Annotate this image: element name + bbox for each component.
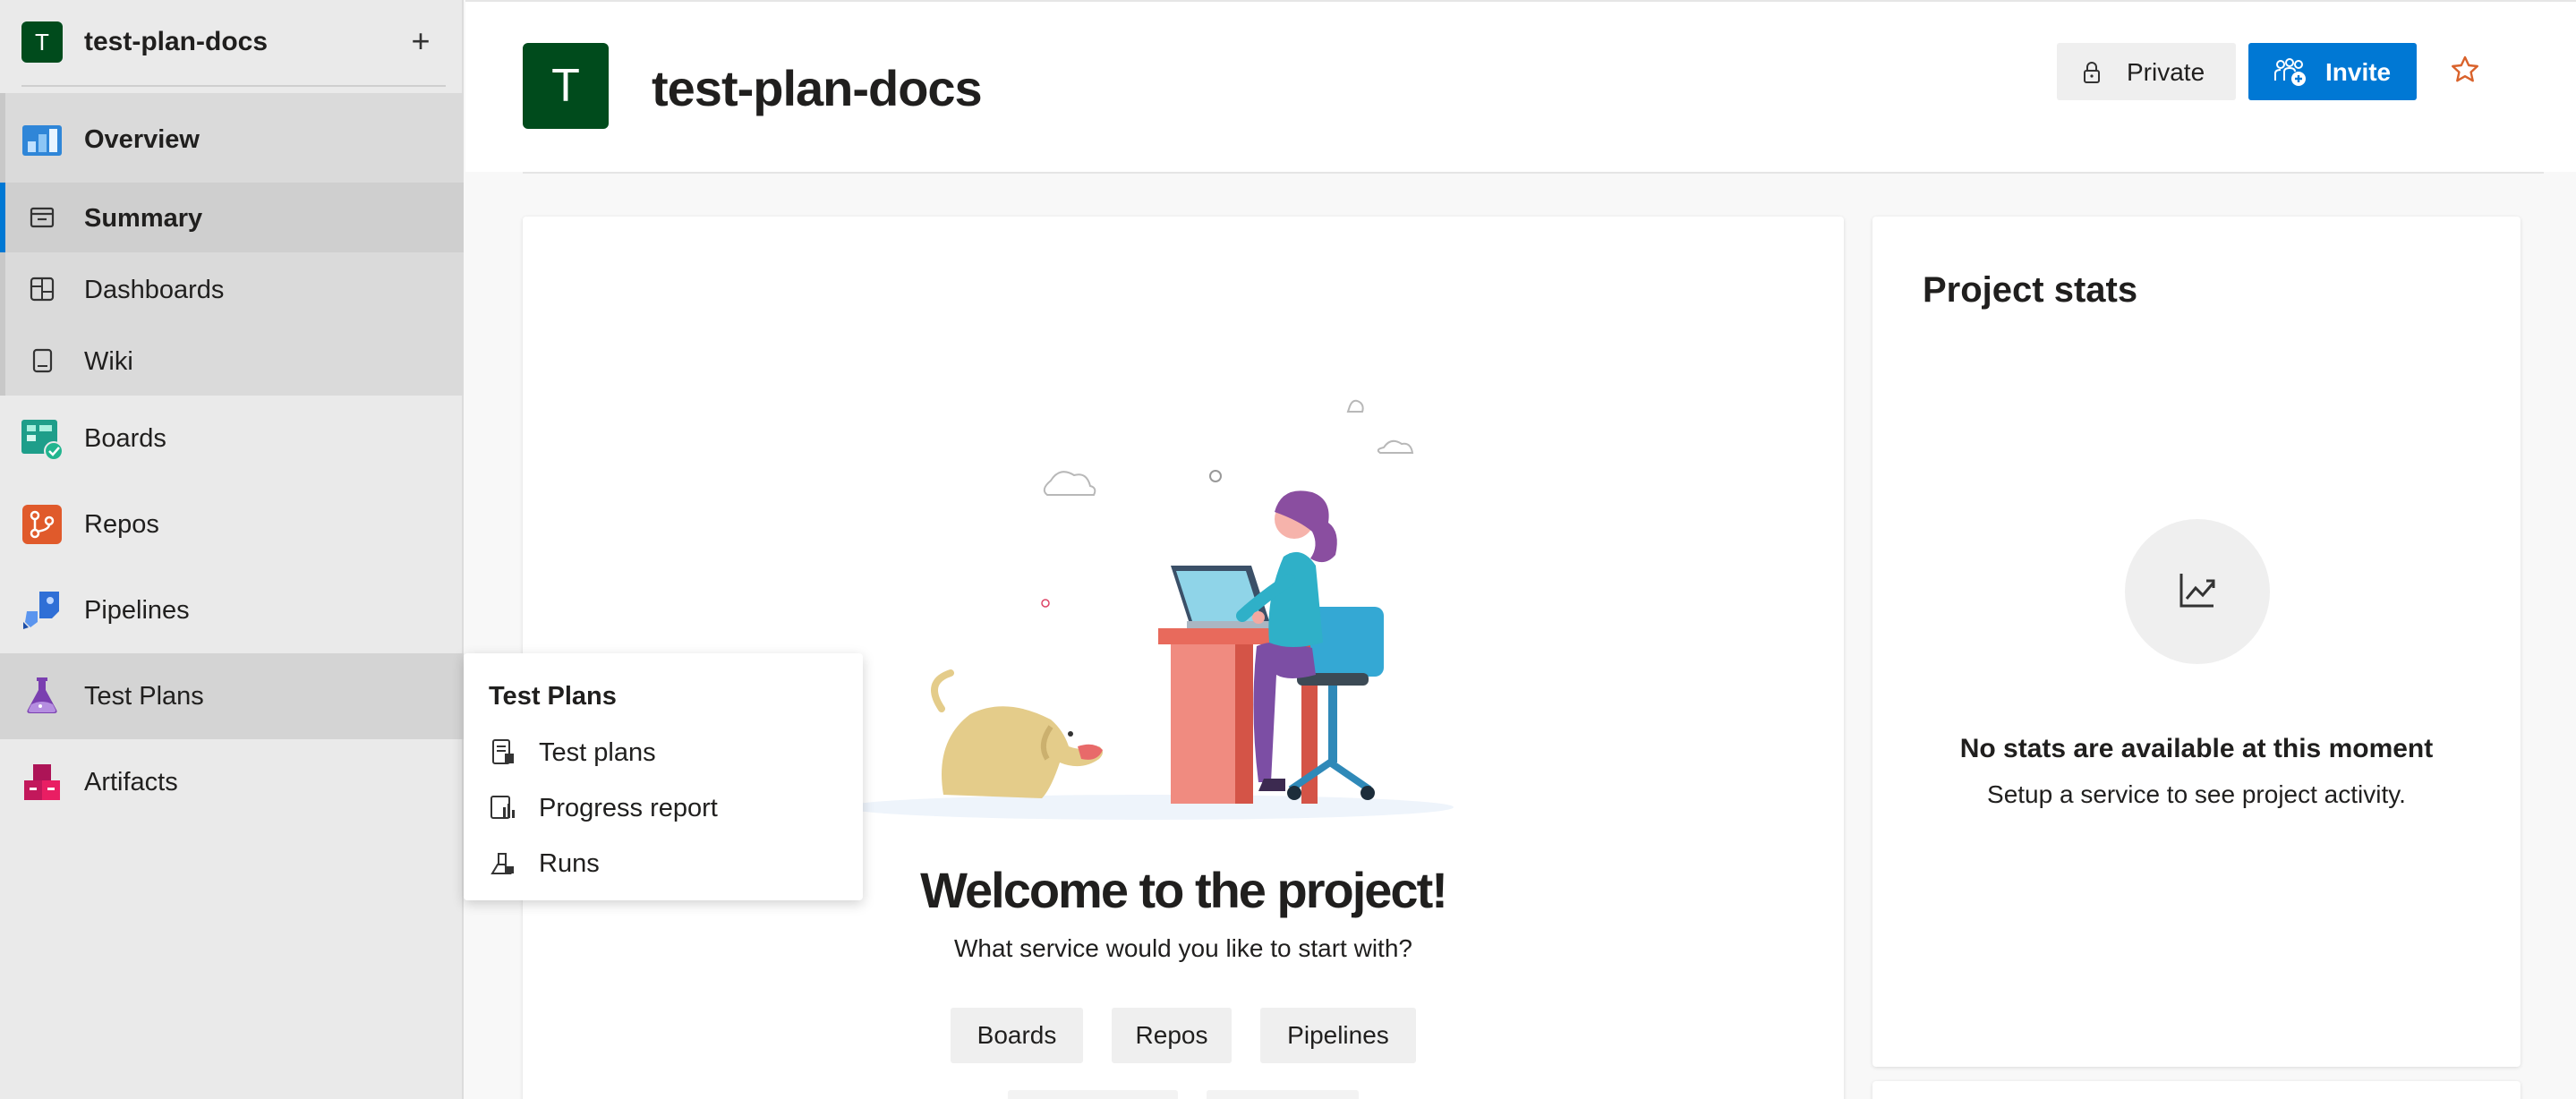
pipelines-icon [20, 588, 64, 633]
artifacts-icon [20, 760, 64, 805]
divider [21, 85, 446, 87]
stats-placeholder [2125, 519, 2270, 664]
runs-icon [489, 848, 517, 877]
repos-service-button[interactable]: Repos [1112, 1008, 1232, 1063]
sidebar-item-label: Repos [84, 510, 159, 539]
sidebar-item-artifacts[interactable]: Artifacts [0, 755, 464, 809]
welcome-illustration [836, 351, 1463, 856]
stats-title: Project stats [1923, 270, 2138, 310]
page-title: test-plan-docs [652, 60, 983, 116]
private-label: Private [2127, 58, 2205, 86]
sidebar-item-dashboards[interactable]: Dashboards [0, 254, 464, 324]
project-avatar: T [21, 21, 63, 63]
test-plans-flyout: Test Plans Test plans Progress report Ru… [464, 653, 863, 900]
boards-icon [20, 416, 64, 461]
sidebar-item-label: Wiki [84, 347, 133, 376]
sidebar-item-wiki[interactable]: Wiki [0, 326, 464, 396]
add-button[interactable]: + [399, 21, 442, 64]
favorite-button[interactable] [2449, 54, 2488, 93]
invite-label: Invite [2325, 58, 2392, 86]
project-header: T test-plan-docs + [0, 0, 464, 87]
test-plans-list-icon [489, 737, 517, 766]
flyout-item-label: Test plans [539, 738, 656, 767]
sidebar-item-boards[interactable]: Boards [0, 412, 464, 465]
pipelines-service-button[interactable]: Pipelines [1260, 1008, 1416, 1063]
star-icon [2449, 55, 2481, 89]
invite-button[interactable]: Invite [2248, 43, 2417, 100]
test-plans-icon [20, 673, 64, 718]
service-button-partial[interactable] [1008, 1090, 1178, 1099]
project-stats-card: Project stats No stats are available at … [1872, 217, 2521, 1067]
flyout-item-runs[interactable]: Runs [464, 836, 863, 890]
flyout-item-label: Runs [539, 849, 600, 878]
summary-icon [20, 195, 64, 240]
sidebar-item-repos[interactable]: Repos [0, 498, 464, 551]
sidebar-item-label: Test Plans [84, 682, 204, 711]
project-name[interactable]: test-plan-docs [84, 27, 268, 57]
sidebar-item-label: Boards [84, 424, 166, 453]
sidebar-item-label: Overview [84, 125, 200, 154]
invite-people-icon [2273, 57, 2309, 92]
flyout-item-label: Progress report [539, 794, 718, 822]
dashboards-icon [20, 267, 64, 311]
private-button[interactable]: Private [2057, 43, 2236, 100]
overview-icon [20, 117, 64, 162]
project-avatar-large: T [523, 43, 609, 129]
header-divider [523, 172, 2544, 174]
sidebar-item-pipelines[interactable]: Pipelines [0, 584, 464, 637]
repos-icon [20, 502, 64, 547]
plus-icon: + [411, 22, 431, 59]
boards-service-button[interactable]: Boards [951, 1008, 1083, 1063]
sidebar: T test-plan-docs + Overview Summary Dash… [0, 0, 464, 1099]
secondary-card [1872, 1081, 2521, 1099]
service-button-partial[interactable] [1207, 1090, 1359, 1099]
sidebar-item-label: Artifacts [84, 768, 178, 797]
wiki-icon [20, 338, 64, 383]
sidebar-item-overview[interactable]: Overview [0, 113, 464, 166]
flyout-title: Test Plans [489, 682, 617, 711]
chart-line-icon [2176, 568, 2219, 616]
active-indicator [0, 183, 5, 252]
sidebar-item-test-plans[interactable]: Test Plans [0, 653, 464, 739]
sidebar-item-label: Dashboards [84, 276, 225, 304]
stats-empty-subtitle: Setup a service to see project activity. [1987, 780, 2406, 808]
lock-icon [2082, 61, 2102, 89]
flyout-item-progress-report[interactable]: Progress report [464, 780, 863, 834]
progress-report-icon [489, 793, 517, 822]
sidebar-item-label: Summary [84, 204, 203, 233]
sidebar-item-summary[interactable]: Summary [0, 183, 464, 252]
sidebar-item-label: Pipelines [84, 596, 190, 625]
stats-empty-title: No stats are available at this moment [1959, 734, 2434, 763]
flyout-item-test-plans[interactable]: Test plans [464, 725, 863, 779]
welcome-subtitle: What service would you like to start wit… [954, 934, 1412, 962]
